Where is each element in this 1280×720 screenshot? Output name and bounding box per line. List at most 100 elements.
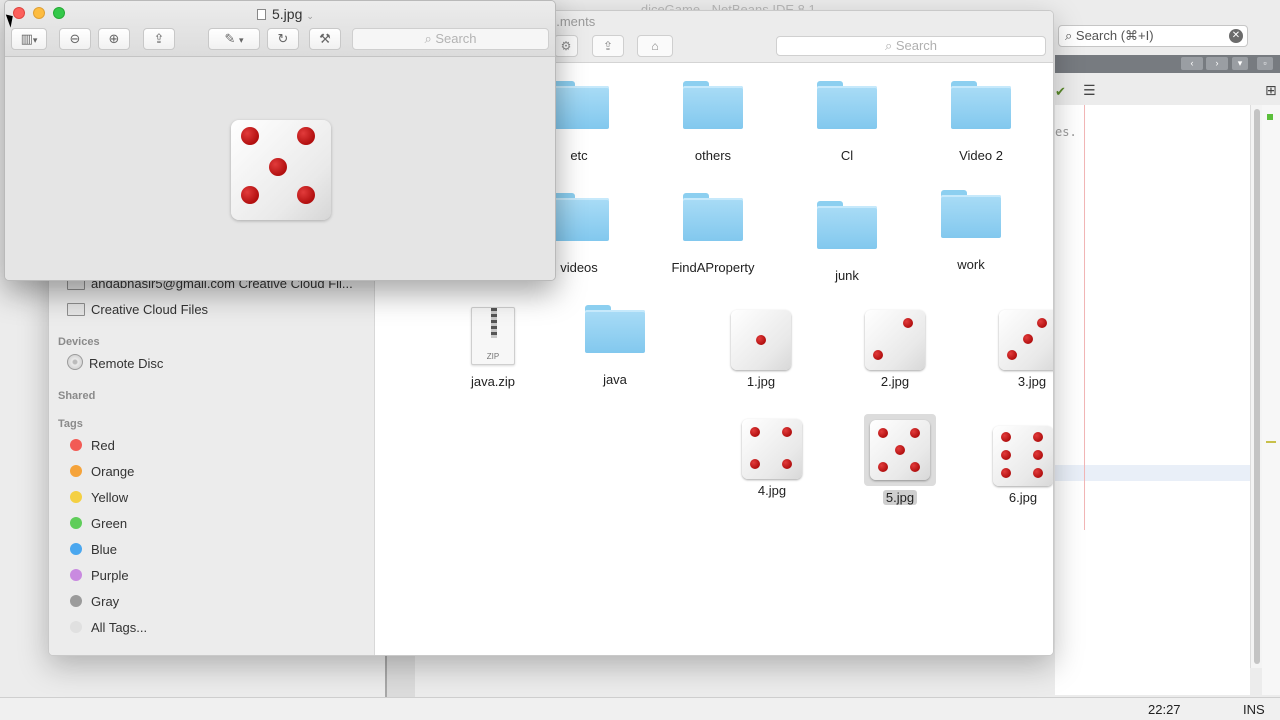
zoom-out-icon: ⊖: [69, 31, 81, 46]
ide-left-panel-edge: [385, 655, 415, 697]
folder-item-video-2[interactable]: Video 2: [916, 81, 1046, 163]
sidebar-tag-green[interactable]: Green: [67, 513, 127, 535]
tag-label: Red: [91, 438, 115, 453]
tag-color-dot: [70, 491, 82, 503]
item-label: 4.jpg: [757, 483, 787, 498]
ide-status-bar: 22:27 INS: [0, 697, 1280, 720]
folder-item-others[interactable]: others: [648, 81, 778, 163]
close-window-button[interactable]: [13, 7, 25, 19]
item-label: videos: [560, 260, 598, 275]
tag-label: Gray: [91, 594, 120, 609]
markup-button[interactable]: ✎ ▾: [208, 28, 260, 50]
item-label: 5.jpg: [882, 490, 918, 505]
chevron-down-icon: ▾: [239, 35, 244, 45]
editor-scrollbar[interactable]: [1250, 105, 1262, 668]
toolbox-button[interactable]: ⚒: [309, 28, 341, 50]
image-item-4-jpg[interactable]: 4.jpg: [707, 415, 837, 498]
ide-search-placeholder: Search (⌘+I): [1075, 28, 1154, 43]
image-item-2-jpg[interactable]: 2.jpg: [830, 306, 960, 389]
tag-label: Blue: [91, 542, 118, 557]
sidebar-tag-red[interactable]: Red: [67, 435, 115, 457]
folder-icon: [817, 81, 877, 129]
folder-icon: [549, 193, 609, 241]
dice-one-thumbnail: [731, 310, 791, 370]
sidebar-section-shared: Shared: [58, 390, 96, 402]
item-label: 6.jpg: [1008, 490, 1038, 505]
tag-color-dot: [70, 621, 82, 633]
preview-image-canvas[interactable]: [5, 58, 555, 280]
folder-icon: [951, 81, 1011, 129]
code-editor[interactable]: es.: [1055, 105, 1250, 695]
sidebar-tag-orange[interactable]: Orange: [67, 461, 134, 483]
tag-color-dot: [70, 439, 82, 451]
sidebar-tag-purple[interactable]: Purple: [67, 565, 129, 587]
rotate-button[interactable]: ↻: [267, 28, 299, 50]
chevron-left-icon[interactable]: ‹: [1181, 57, 1203, 70]
maximize-icon[interactable]: ▫: [1257, 57, 1273, 70]
dice-five-image: [231, 120, 331, 220]
item-label: java.zip: [470, 374, 516, 389]
folder-item-work[interactable]: work: [906, 190, 1036, 272]
pen-icon: ✎: [224, 31, 236, 46]
tag-color-dot: [70, 543, 82, 555]
sidebar-tag-yellow[interactable]: Yellow: [67, 487, 128, 509]
folder-icon: [549, 81, 609, 129]
tag-label: Orange: [91, 464, 135, 479]
folder-icon: [585, 305, 645, 353]
disc-icon: [67, 354, 83, 370]
ide-editor-tab-bar: ‹ › ▾ ▫: [1055, 55, 1280, 73]
sidebar-tag-all-tags[interactable]: All Tags...: [67, 617, 147, 639]
zoom-out-button[interactable]: ⊖: [59, 28, 91, 50]
sidebar-section-devices: Devices: [58, 336, 100, 348]
chevron-right-icon[interactable]: ›: [1206, 57, 1228, 70]
zip-label: ZIP: [486, 352, 500, 361]
dice-four-thumbnail: [742, 419, 802, 479]
image-item-3-jpg[interactable]: 3.jpg: [964, 306, 1053, 389]
finder-search-input[interactable]: ⌕ Search: [776, 36, 1046, 56]
folder-item-findaproperty[interactable]: FindAProperty: [648, 193, 778, 275]
item-label: Cl: [840, 148, 854, 163]
preview-title-text: 5.jpg: [272, 6, 303, 22]
scrollbar-thumb[interactable]: [1254, 109, 1260, 664]
preview-search-input[interactable]: ⌕ Search: [352, 28, 549, 50]
sidebar-tag-blue[interactable]: Blue: [67, 539, 117, 561]
zoom-window-button[interactable]: [53, 7, 65, 19]
tag-label: All Tags...: [91, 620, 148, 635]
zoom-in-button[interactable]: ⊕: [98, 28, 130, 50]
sidebar-icon: ▥: [20, 31, 33, 46]
chevron-down-icon[interactable]: ▾: [1232, 57, 1248, 70]
item-label: etc: [570, 148, 588, 163]
dice-three-thumbnail: [999, 310, 1053, 370]
clear-icon[interactable]: ✕: [1229, 29, 1243, 43]
sidebar-tag-gray[interactable]: Gray: [67, 591, 119, 613]
check-icon[interactable]: ✔: [1055, 84, 1066, 100]
split-icon[interactable]: ⊞: [1265, 82, 1277, 99]
share-icon[interactable]: ⇪: [592, 35, 624, 57]
format-lines-icon[interactable]: ☰: [1083, 82, 1096, 99]
preview-title[interactable]: 5.jpg ⌄: [257, 6, 314, 22]
sidebar-item-creative-cloud-files[interactable]: Creative Cloud Files: [67, 299, 208, 321]
tag-color-dot: [70, 595, 82, 607]
dice-six-thumbnail: [993, 426, 1053, 486]
preview-search-placeholder: Search: [435, 31, 477, 46]
gear-icon[interactable]: ⚙: [554, 35, 578, 57]
image-item-5-jpg[interactable]: 5.jpg: [835, 414, 965, 505]
ok-marker-icon: [1267, 114, 1273, 120]
folder-icon: [67, 303, 85, 316]
tag-label: Green: [91, 516, 128, 531]
file-item-java-zip[interactable]: ZIP java.zip: [428, 307, 558, 389]
sidebar-item-remote-disc[interactable]: Remote Disc: [67, 353, 163, 375]
minimize-window-button[interactable]: [33, 7, 45, 19]
image-item-1-jpg[interactable]: 1.jpg: [696, 306, 826, 389]
ide-search-field[interactable]: ⌕ Search (⌘+I) ✕: [1058, 25, 1248, 47]
image-item-6-jpg[interactable]: 6.jpg: [958, 422, 1053, 505]
sidebar-toggle-button[interactable]: ▥▾: [11, 28, 47, 50]
folder-item-junk[interactable]: junk: [782, 201, 912, 283]
dice-two-thumbnail: [865, 310, 925, 370]
folder-item-cl[interactable]: Cl: [782, 81, 912, 163]
share-button[interactable]: ⇪: [143, 28, 175, 50]
tag-color-dot: [70, 569, 82, 581]
tag-color-dot: [70, 465, 82, 477]
tag-icon[interactable]: ⌂: [637, 35, 673, 57]
folder-item-java[interactable]: java: [550, 305, 680, 387]
